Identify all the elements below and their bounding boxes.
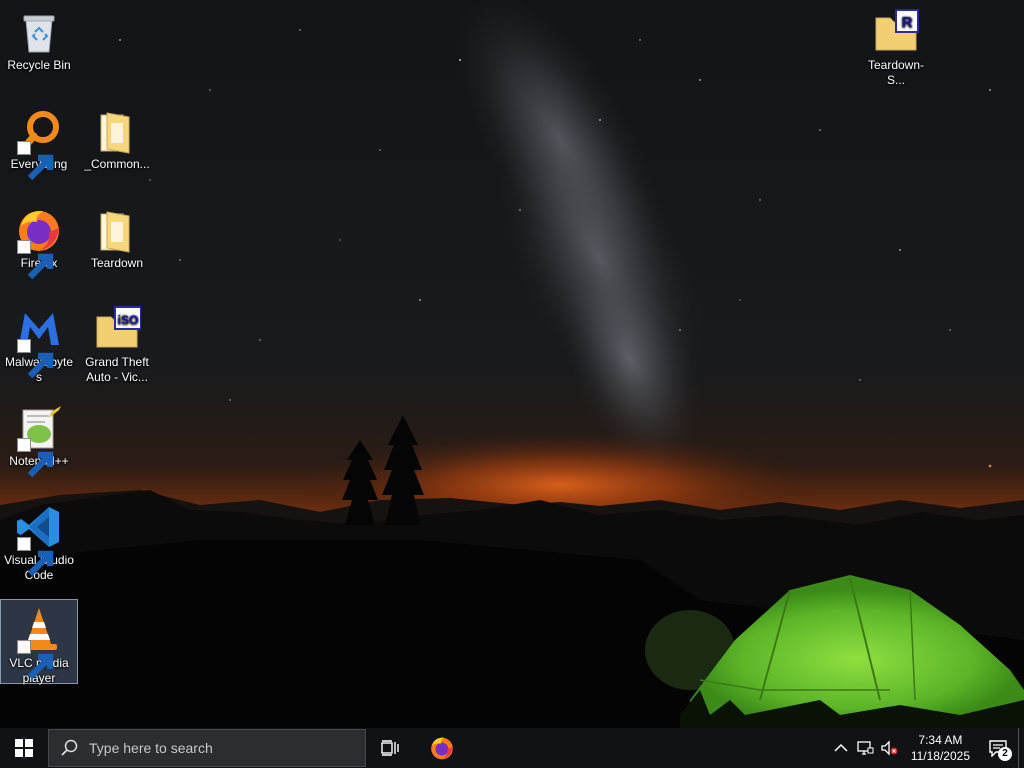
desktop-icon-recycle-bin[interactable]: Recycle Bin — [1, 2, 77, 82]
taskbar-clock[interactable]: 7:34 AM 11/18/2025 — [901, 732, 978, 764]
iso-folder-icon: iSO — [93, 305, 141, 353]
desktop-icon-common-folder[interactable]: _Common... — [79, 101, 155, 181]
desktop-icon-everything[interactable]: Everything — [1, 101, 77, 181]
vscode-icon — [15, 503, 63, 577]
rar-folder-icon: R — [872, 8, 920, 56]
vlc-icon — [15, 606, 63, 680]
network-button[interactable] — [853, 728, 877, 768]
show-desktop-button[interactable] — [1018, 728, 1024, 768]
desktop-icon-label: Teardown — [90, 256, 144, 270]
search-placeholder: Type here to search — [89, 740, 213, 756]
firefox-icon — [15, 206, 63, 280]
firefox-icon — [431, 737, 453, 760]
malwarebytes-icon — [15, 305, 63, 379]
taskbar-search-box[interactable]: Type here to search — [48, 729, 366, 767]
desktop-icon-notepad-plus-plus[interactable]: Notepad++ — [1, 398, 77, 478]
recycle-bin-icon — [15, 8, 63, 56]
system-tray: 7:34 AM 11/18/2025 2 — [829, 728, 1024, 768]
desktop-icon-label: _Common... — [84, 157, 150, 171]
svg-text:R: R — [902, 14, 913, 31]
shortcut-arrow-icon — [17, 339, 54, 379]
desktop-icon-label: Recycle Bin — [7, 58, 71, 72]
folder-icon — [93, 206, 141, 254]
shortcut-arrow-icon — [17, 240, 54, 280]
notepad-plus-plus-icon — [15, 404, 63, 478]
taskbar: Type here to search 7:34 AM 11/18/2025 2 — [0, 728, 1024, 768]
volume-muted-icon — [881, 740, 898, 756]
volume-button[interactable] — [877, 728, 901, 768]
notification-badge: 2 — [998, 747, 1012, 761]
desktop-icon-vlc[interactable]: VLC media player — [0, 599, 78, 685]
svg-text:iSO: iSO — [118, 313, 139, 327]
search-icon — [49, 739, 89, 757]
shortcut-arrow-icon — [17, 640, 54, 680]
network-icon — [857, 741, 874, 755]
task-view-icon — [381, 740, 399, 756]
action-center-button[interactable]: 2 — [978, 728, 1018, 768]
start-button[interactable] — [0, 728, 48, 768]
chevron-up-icon — [834, 743, 848, 752]
show-hidden-icons-button[interactable] — [829, 728, 853, 768]
desktop-icon-label: Grand Theft Auto - Vic... — [85, 355, 149, 384]
shortcut-arrow-icon — [17, 141, 54, 181]
desktop-icon-vscode[interactable]: Visual Studio Code — [1, 497, 77, 587]
desktop-icon-firefox[interactable]: Firefox — [1, 200, 77, 280]
folder-icon — [93, 107, 141, 155]
everything-search-icon — [15, 107, 63, 181]
desktop-icon-teardown-rar[interactable]: R Teardown-S... — [858, 2, 934, 87]
clock-time: 7:34 AM — [918, 733, 963, 747]
clock-date: 11/18/2025 — [910, 749, 970, 763]
shortcut-arrow-icon — [17, 537, 54, 577]
shortcut-arrow-icon — [17, 438, 54, 478]
taskbar-firefox-button[interactable] — [418, 728, 466, 768]
windows-logo-icon — [15, 739, 33, 757]
desktop-icon-label: Teardown-S... — [867, 58, 925, 87]
desktop-icon-malwarebytes[interactable]: Malwarebytes — [1, 299, 77, 384]
desktop-icon-teardown-folder[interactable]: Teardown — [79, 200, 155, 280]
desktop-icon-gta-vice-city[interactable]: iSO Grand Theft Auto - Vic... — [79, 299, 155, 389]
task-view-button[interactable] — [366, 728, 414, 768]
